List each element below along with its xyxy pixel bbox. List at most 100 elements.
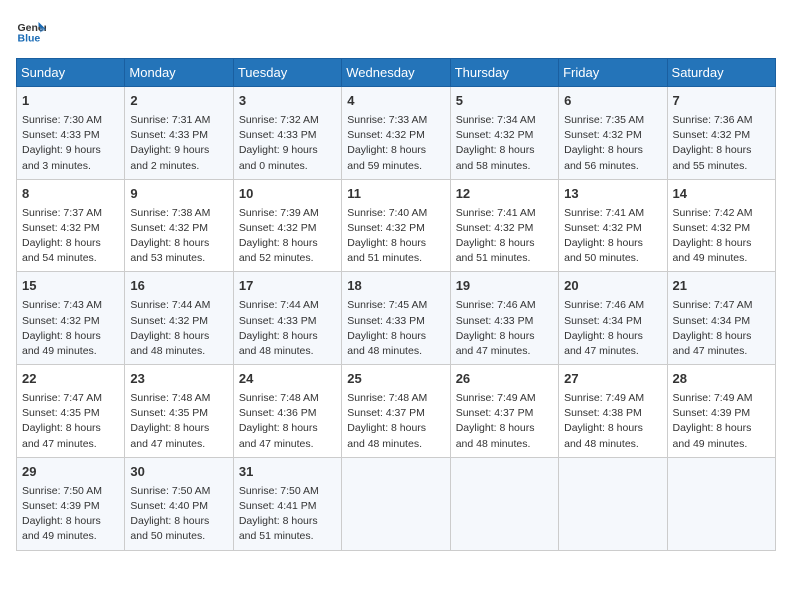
- day-cell-17: 17Sunrise: 7:44 AMSunset: 4:33 PMDayligh…: [233, 272, 341, 365]
- day-info-line: and 51 minutes.: [456, 251, 553, 266]
- day-number: 6: [564, 92, 661, 111]
- day-info-line: Daylight: 8 hours: [564, 143, 661, 158]
- day-info-line: Sunrise: 7:50 AM: [22, 484, 119, 499]
- day-info-line: Daylight: 8 hours: [22, 236, 119, 251]
- day-cell-15: 15Sunrise: 7:43 AMSunset: 4:32 PMDayligh…: [17, 272, 125, 365]
- day-cell-21: 21Sunrise: 7:47 AMSunset: 4:34 PMDayligh…: [667, 272, 775, 365]
- day-info-line: Sunrise: 7:49 AM: [673, 391, 770, 406]
- day-cell-25: 25Sunrise: 7:48 AMSunset: 4:37 PMDayligh…: [342, 365, 450, 458]
- weekday-header-row: SundayMondayTuesdayWednesdayThursdayFrid…: [17, 59, 776, 87]
- day-info-line: and 53 minutes.: [130, 251, 227, 266]
- day-info-line: and 51 minutes.: [239, 529, 336, 544]
- day-info-line: Sunset: 4:33 PM: [239, 128, 336, 143]
- day-info-line: Sunrise: 7:49 AM: [564, 391, 661, 406]
- day-info-line: Sunrise: 7:35 AM: [564, 113, 661, 128]
- day-info-line: and 54 minutes.: [22, 251, 119, 266]
- day-info-line: and 55 minutes.: [673, 159, 770, 174]
- day-info-line: and 47 minutes.: [673, 344, 770, 359]
- day-info-line: Sunset: 4:32 PM: [347, 128, 444, 143]
- day-info-line: Sunset: 4:35 PM: [130, 406, 227, 421]
- day-cell-27: 27Sunrise: 7:49 AMSunset: 4:38 PMDayligh…: [559, 365, 667, 458]
- day-number: 4: [347, 92, 444, 111]
- day-info-line: Sunset: 4:33 PM: [347, 314, 444, 329]
- day-info-line: Sunset: 4:38 PM: [564, 406, 661, 421]
- day-info-line: Daylight: 8 hours: [239, 329, 336, 344]
- day-cell-8: 8Sunrise: 7:37 AMSunset: 4:32 PMDaylight…: [17, 179, 125, 272]
- day-number: 24: [239, 370, 336, 389]
- day-number: 20: [564, 277, 661, 296]
- day-number: 9: [130, 185, 227, 204]
- day-info-line: Sunrise: 7:44 AM: [239, 298, 336, 313]
- day-info-line: Daylight: 8 hours: [564, 329, 661, 344]
- day-cell-10: 10Sunrise: 7:39 AMSunset: 4:32 PMDayligh…: [233, 179, 341, 272]
- day-info-line: and 48 minutes.: [347, 437, 444, 452]
- day-info-line: Sunrise: 7:32 AM: [239, 113, 336, 128]
- day-info-line: Sunrise: 7:31 AM: [130, 113, 227, 128]
- day-cell-26: 26Sunrise: 7:49 AMSunset: 4:37 PMDayligh…: [450, 365, 558, 458]
- week-row-1: 1Sunrise: 7:30 AMSunset: 4:33 PMDaylight…: [17, 87, 776, 180]
- day-number: 23: [130, 370, 227, 389]
- logo: General Blue: [16, 16, 50, 46]
- day-info-line: and 47 minutes.: [564, 344, 661, 359]
- day-info-line: and 48 minutes.: [130, 344, 227, 359]
- day-info-line: and 0 minutes.: [239, 159, 336, 174]
- weekday-header-wednesday: Wednesday: [342, 59, 450, 87]
- day-number: 22: [22, 370, 119, 389]
- day-info-line: Daylight: 8 hours: [347, 143, 444, 158]
- day-info-line: Sunset: 4:32 PM: [673, 128, 770, 143]
- day-info-line: Daylight: 9 hours: [130, 143, 227, 158]
- day-info-line: Sunrise: 7:50 AM: [239, 484, 336, 499]
- day-info-line: and 50 minutes.: [130, 529, 227, 544]
- day-info-line: Sunrise: 7:38 AM: [130, 206, 227, 221]
- day-info-line: Sunset: 4:37 PM: [347, 406, 444, 421]
- empty-cell: [450, 457, 558, 550]
- day-info-line: Sunrise: 7:44 AM: [130, 298, 227, 313]
- calendar-table: SundayMondayTuesdayWednesdayThursdayFrid…: [16, 58, 776, 551]
- day-cell-13: 13Sunrise: 7:41 AMSunset: 4:32 PMDayligh…: [559, 179, 667, 272]
- day-info-line: and 49 minutes.: [22, 344, 119, 359]
- day-number: 1: [22, 92, 119, 111]
- day-info-line: Daylight: 8 hours: [22, 421, 119, 436]
- day-info-line: Daylight: 9 hours: [22, 143, 119, 158]
- day-info-line: Daylight: 8 hours: [564, 236, 661, 251]
- day-info-line: Sunrise: 7:47 AM: [22, 391, 119, 406]
- day-cell-31: 31Sunrise: 7:50 AMSunset: 4:41 PMDayligh…: [233, 457, 341, 550]
- day-info-line: Sunset: 4:32 PM: [564, 221, 661, 236]
- day-info-line: and 51 minutes.: [347, 251, 444, 266]
- day-info-line: Daylight: 8 hours: [456, 236, 553, 251]
- day-number: 12: [456, 185, 553, 204]
- day-info-line: Sunset: 4:32 PM: [673, 221, 770, 236]
- day-number: 27: [564, 370, 661, 389]
- day-info-line: Sunrise: 7:33 AM: [347, 113, 444, 128]
- day-info-line: and 49 minutes.: [22, 529, 119, 544]
- week-row-5: 29Sunrise: 7:50 AMSunset: 4:39 PMDayligh…: [17, 457, 776, 550]
- day-info-line: Daylight: 8 hours: [347, 236, 444, 251]
- day-info-line: Daylight: 8 hours: [130, 236, 227, 251]
- day-cell-30: 30Sunrise: 7:50 AMSunset: 4:40 PMDayligh…: [125, 457, 233, 550]
- day-info-line: and 47 minutes.: [456, 344, 553, 359]
- day-number: 5: [456, 92, 553, 111]
- day-cell-28: 28Sunrise: 7:49 AMSunset: 4:39 PMDayligh…: [667, 365, 775, 458]
- day-info-line: Sunrise: 7:47 AM: [673, 298, 770, 313]
- day-cell-14: 14Sunrise: 7:42 AMSunset: 4:32 PMDayligh…: [667, 179, 775, 272]
- day-info-line: Sunset: 4:32 PM: [456, 128, 553, 143]
- day-cell-22: 22Sunrise: 7:47 AMSunset: 4:35 PMDayligh…: [17, 365, 125, 458]
- day-cell-1: 1Sunrise: 7:30 AMSunset: 4:33 PMDaylight…: [17, 87, 125, 180]
- day-info-line: and 56 minutes.: [564, 159, 661, 174]
- weekday-header-sunday: Sunday: [17, 59, 125, 87]
- day-cell-2: 2Sunrise: 7:31 AMSunset: 4:33 PMDaylight…: [125, 87, 233, 180]
- day-number: 11: [347, 185, 444, 204]
- day-number: 13: [564, 185, 661, 204]
- day-info-line: and 50 minutes.: [564, 251, 661, 266]
- day-info-line: Sunrise: 7:37 AM: [22, 206, 119, 221]
- day-cell-16: 16Sunrise: 7:44 AMSunset: 4:32 PMDayligh…: [125, 272, 233, 365]
- day-number: 17: [239, 277, 336, 296]
- day-info-line: Sunrise: 7:48 AM: [130, 391, 227, 406]
- day-info-line: Sunrise: 7:43 AM: [22, 298, 119, 313]
- day-info-line: Sunset: 4:33 PM: [22, 128, 119, 143]
- day-info-line: Daylight: 8 hours: [130, 421, 227, 436]
- day-info-line: Daylight: 8 hours: [130, 514, 227, 529]
- day-info-line: Sunset: 4:34 PM: [673, 314, 770, 329]
- day-info-line: Sunset: 4:36 PM: [239, 406, 336, 421]
- day-info-line: Sunrise: 7:45 AM: [347, 298, 444, 313]
